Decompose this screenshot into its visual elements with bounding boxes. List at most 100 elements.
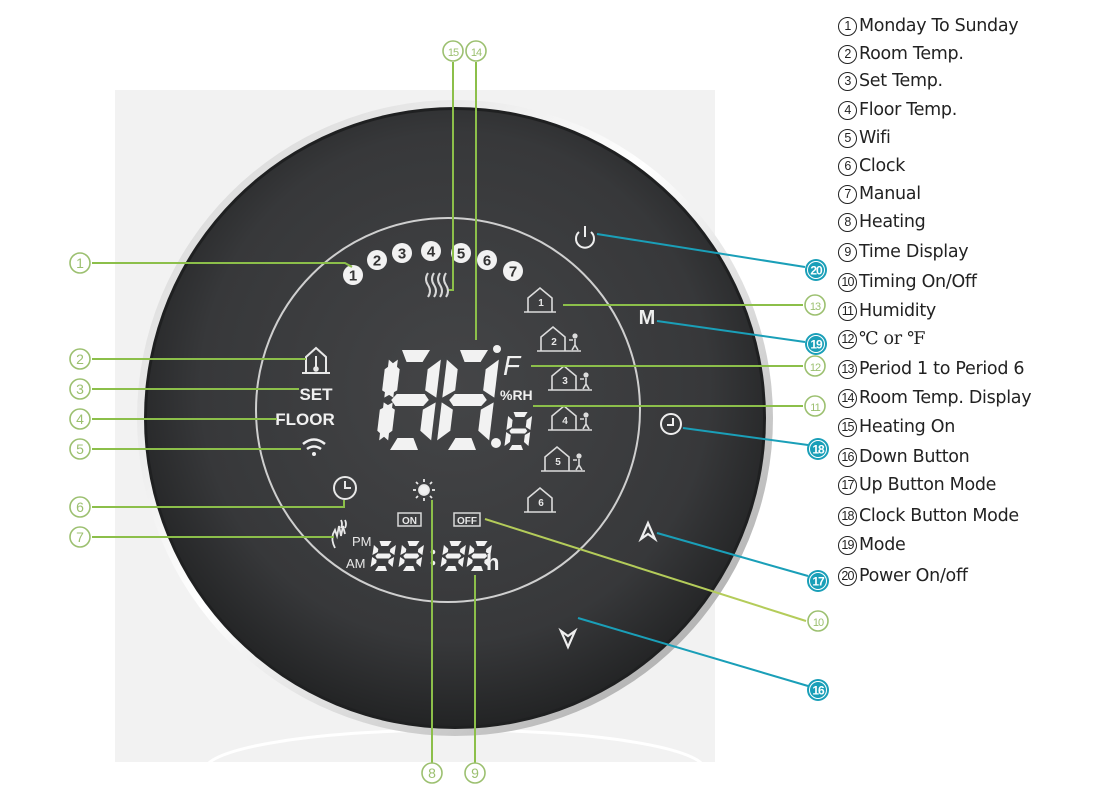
- callout-number: 14: [471, 47, 482, 59]
- legend-label: Room Temp.: [859, 44, 964, 64]
- legend-item: 6 Clock: [838, 154, 905, 178]
- legend-number: 3: [838, 71, 857, 91]
- weekday-2: 2: [367, 250, 387, 270]
- legend-item: 18 Clock Button Mode: [838, 504, 1019, 528]
- callout-number: 18: [812, 443, 825, 457]
- legend-number: 6: [838, 156, 857, 176]
- legend-label: Mode: [859, 535, 906, 555]
- legend-number: 20: [838, 566, 857, 586]
- legend-label: Up Button Mode: [859, 475, 997, 495]
- period-number: 6: [538, 498, 544, 509]
- legend-label: Clock Button Mode: [859, 506, 1019, 526]
- timer-off-label: OFF: [457, 516, 477, 527]
- legend-number: 14: [838, 388, 857, 408]
- legend-item: 12 ℃ or ℉: [838, 327, 925, 351]
- period-number: 2: [551, 337, 557, 348]
- callout-17: 17: [807, 570, 829, 592]
- legend-label: Set Temp.: [859, 71, 943, 91]
- legend-number: 4: [838, 100, 857, 120]
- segment-g: [471, 553, 488, 559]
- callout-number: 13: [810, 301, 821, 313]
- segment-g: [445, 553, 462, 559]
- callout-number: 8: [428, 765, 436, 781]
- callout-18: 18: [807, 438, 829, 460]
- legend-label: Heating On: [859, 417, 956, 437]
- callout-number: 19: [810, 338, 823, 352]
- callout-number: 10: [813, 617, 824, 629]
- period-number: 3: [562, 376, 568, 387]
- legend-number: 16: [838, 447, 857, 467]
- timer-on-label: ON: [402, 516, 417, 527]
- period-number: 1: [538, 298, 544, 309]
- callout-15: 15: [442, 40, 464, 62]
- legend-number: 9: [838, 242, 857, 262]
- legend-number: 15: [838, 417, 857, 437]
- floor-label: FLOOR: [275, 410, 335, 429]
- weekday-1: 1: [343, 265, 363, 285]
- weekday-number: 7: [509, 264, 517, 281]
- legend-label: Clock: [859, 156, 906, 176]
- callout-4: 4: [69, 408, 91, 430]
- thermostat-diagram: 1234567 SET FLOOR F %RH 123456 ON OFF PM…: [0, 0, 1107, 793]
- degree-dot: [493, 345, 501, 353]
- weekday-number: 5: [457, 246, 465, 263]
- callout-number: 7: [76, 529, 84, 545]
- period-number: 4: [562, 416, 568, 427]
- callout-2: 2: [69, 348, 91, 370]
- weekday-3: 3: [392, 243, 412, 263]
- segment-g: [403, 553, 420, 559]
- legend-number: 5: [838, 128, 857, 148]
- legend-label: Monday To Sunday: [859, 16, 1019, 36]
- weekday-6: 6: [477, 250, 497, 270]
- legend-number: 8: [838, 212, 857, 232]
- legend-item: 1 Monday To Sunday: [838, 14, 1019, 38]
- legend-number: 1: [838, 16, 857, 36]
- legend-label: Heating: [859, 212, 926, 232]
- legend-label: Time Display: [859, 242, 969, 262]
- callout-number: 12: [810, 362, 821, 374]
- callout-number: 9: [471, 765, 479, 781]
- legend-item: 17 Up Button Mode: [838, 473, 996, 497]
- legend-number: 7: [838, 184, 857, 204]
- callout-number: 11: [810, 402, 820, 414]
- callout-number: 6: [76, 499, 84, 515]
- callout-12: 12: [804, 355, 826, 377]
- legend-item: 7 Manual: [838, 182, 921, 206]
- callout-number: 17: [812, 575, 825, 589]
- weekday-4: 4: [421, 241, 441, 261]
- legend-number: 2: [838, 44, 857, 64]
- legend-number: 18: [838, 506, 857, 526]
- legend-item: 16 Down Button: [838, 445, 970, 469]
- legend-number: 10: [838, 272, 857, 292]
- legend-item: 2 Room Temp.: [838, 42, 964, 66]
- legend-item: 15 Heating On: [838, 415, 955, 439]
- mode-button[interactable]: M: [639, 307, 656, 329]
- segment-g: [449, 394, 487, 406]
- callout-number: 16: [812, 684, 825, 698]
- legend-label: Manual: [859, 184, 921, 204]
- legend-number: 13: [838, 359, 857, 379]
- callout-number: 20: [810, 264, 823, 278]
- legend-item: 3 Set Temp.: [838, 69, 943, 93]
- callout-16: 16: [807, 679, 829, 701]
- period-number: 5: [555, 457, 561, 468]
- legend-item: 20 Power On/off: [838, 564, 968, 588]
- weekday-number: 6: [483, 253, 491, 270]
- callout-1: 1: [69, 252, 91, 274]
- weekday-number: 2: [373, 253, 381, 270]
- legend-item: 13 Period 1 to Period 6: [838, 357, 1025, 381]
- legend-number: 11: [838, 301, 857, 321]
- weekday-number: 3: [398, 246, 406, 263]
- callout-number: 1: [76, 255, 84, 271]
- callout-13: 13: [804, 294, 826, 316]
- callout-14: 14: [465, 40, 487, 62]
- legend-label: Room Temp. Display: [859, 388, 1032, 408]
- callout-20: 20: [805, 259, 827, 281]
- callout-number: 3: [76, 381, 84, 397]
- callout-number: 15: [448, 47, 459, 59]
- weekday-number: 4: [427, 244, 436, 261]
- legend-label: Floor Temp.: [859, 100, 958, 120]
- legend-number: 12: [838, 329, 857, 349]
- legend-label: Period 1 to Period 6: [859, 359, 1025, 379]
- legend-item: 4 Floor Temp.: [838, 98, 957, 122]
